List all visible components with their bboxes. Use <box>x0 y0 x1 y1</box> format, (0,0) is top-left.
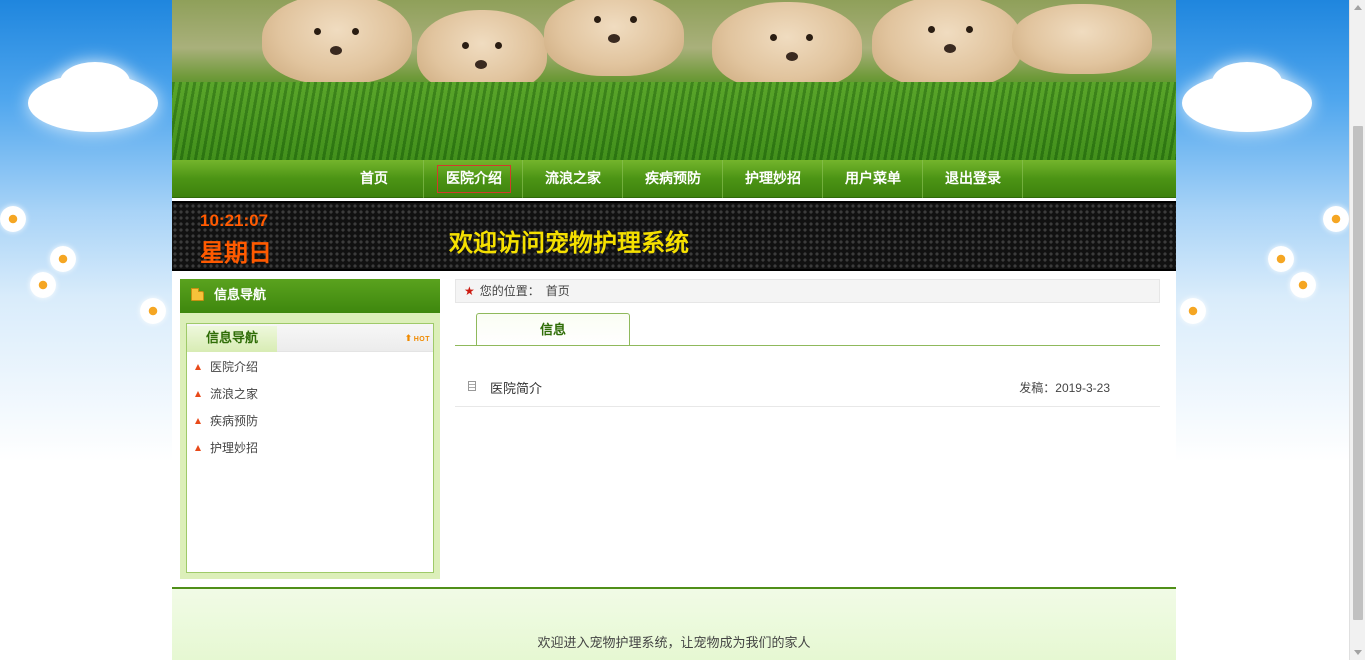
star-icon: ★ <box>464 284 475 298</box>
grass <box>172 82 1176 160</box>
article-date: 发稿：2019-3-23 <box>1019 379 1110 396</box>
puppy-eye <box>770 34 777 41</box>
nav-item-label[interactable]: 医院介绍 <box>437 165 511 193</box>
flower-right-1 <box>1268 246 1294 272</box>
puppy-image <box>262 0 412 84</box>
puppy-nose <box>944 44 956 53</box>
main-nav: 首页 医院介绍 流浪之家 疾病预防 护理妙招 用户菜单 退出登录 <box>172 160 1176 198</box>
banner-image <box>172 0 1176 160</box>
sidebar-link-care-tips[interactable]: 护理妙招 <box>195 439 258 457</box>
nav-separator <box>1022 160 1023 198</box>
nav-item-disease-prevention[interactable]: 疾病预防 <box>624 160 722 198</box>
flower-left-1 <box>50 246 76 272</box>
nav-separator <box>822 160 823 198</box>
nav-item-care-tips[interactable]: 护理妙招 <box>724 160 822 198</box>
nav-item-hospital-intro[interactable]: 医院介绍 <box>427 160 521 198</box>
puppy-nose <box>475 60 487 69</box>
nav-item-label[interactable]: 疾病预防 <box>645 171 701 187</box>
list-item[interactable]: 医院简介 发稿：2019-3-23 <box>455 367 1160 407</box>
sidebar-link-label[interactable]: 护理妙招 <box>210 441 258 455</box>
footer-text: 欢迎进入宠物护理系统，让宠物成为我们的家人 <box>537 635 811 650</box>
arrow-up-icon <box>195 390 201 397</box>
footer-partial-line <box>644 655 734 660</box>
sidebar-link-label[interactable]: 流浪之家 <box>210 387 258 401</box>
breadcrumb: ★ 您的位置： 首页 <box>455 279 1160 303</box>
clock-time: 10:21:07 <box>200 211 269 230</box>
puppy-image <box>712 2 862 90</box>
nav-separator <box>722 160 723 198</box>
puppy-image <box>1012 4 1152 74</box>
flower-right-3 <box>1180 298 1206 324</box>
flower-left-3 <box>140 298 166 324</box>
sidebar-link-disease-prevention[interactable]: 疾病预防 <box>195 412 258 430</box>
puppy-nose <box>608 34 620 43</box>
tabs-underline <box>455 345 1160 346</box>
cloud-left-small <box>60 62 130 102</box>
flower-left-2 <box>30 272 56 298</box>
sidebar-box: 信息导航 HOT 医院介绍 流浪之家 疾病预防 护理妙招 <box>186 323 434 573</box>
page-container: 首页 医院介绍 流浪之家 疾病预防 护理妙招 用户菜单 退出登录 10:21:0… <box>172 0 1176 660</box>
puppy-eye <box>594 16 601 23</box>
nav-item-stray-home[interactable]: 流浪之家 <box>524 160 622 198</box>
sidebar-box-tab[interactable]: 信息导航 <box>187 326 277 352</box>
document-icon <box>468 381 476 391</box>
flower-left-4 <box>0 206 26 232</box>
puppy-nose <box>330 46 342 55</box>
nav-separator <box>423 160 424 198</box>
folder-icon <box>191 288 204 301</box>
scroll-thumb[interactable] <box>1353 126 1363 620</box>
welcome-banner-text: 欢迎访问宠物护理系统 <box>449 229 689 257</box>
sidebar: 信息导航 信息导航 HOT 医院介绍 流浪之家 疾病预防 护理妙招 <box>180 279 440 579</box>
sidebar-link-stray-home[interactable]: 流浪之家 <box>195 385 258 403</box>
breadcrumb-home-link[interactable]: 首页 <box>546 284 570 298</box>
puppy-eye <box>966 26 973 33</box>
hot-icon: HOT <box>405 333 430 344</box>
sidebar-link-label[interactable]: 医院介绍 <box>210 360 258 374</box>
clock-weekday: 星期日 <box>200 239 272 267</box>
puppy-eye <box>314 28 321 35</box>
arrow-up-icon <box>195 417 201 424</box>
nav-separator <box>622 160 623 198</box>
article-title-link[interactable]: 医院简介 <box>490 378 542 397</box>
puppy-eye <box>462 42 469 49</box>
puppy-eye <box>806 34 813 41</box>
sidebar-link-hospital-intro[interactable]: 医院介绍 <box>195 358 258 376</box>
nav-item-home[interactable]: 首页 <box>332 160 416 198</box>
vertical-scrollbar[interactable] <box>1349 0 1365 660</box>
sidebar-box-header: 信息导航 HOT <box>187 324 433 352</box>
nav-item-user-menu[interactable]: 用户菜单 <box>824 160 922 198</box>
nav-separator <box>522 160 523 198</box>
scroll-up-arrow-icon[interactable] <box>1354 5 1362 10</box>
flower-right-2 <box>1290 272 1316 298</box>
breadcrumb-prefix: 您的位置： <box>479 284 540 298</box>
flower-right-4 <box>1323 206 1349 232</box>
tab-info[interactable]: 信息 <box>476 313 630 346</box>
puppy-eye <box>352 28 359 35</box>
sidebar-link-label[interactable]: 疾病预防 <box>210 414 258 428</box>
puppy-image <box>872 0 1022 88</box>
nav-item-label[interactable]: 退出登录 <box>945 171 1001 187</box>
arrow-up-icon <box>195 444 201 451</box>
nav-item-label[interactable]: 护理妙招 <box>745 171 801 187</box>
sidebar-title: 信息导航 <box>180 279 440 313</box>
article-date-value: 2019-3-23 <box>1055 381 1110 395</box>
cloud-right-small <box>1212 62 1282 102</box>
nav-item-label[interactable]: 用户菜单 <box>845 171 901 187</box>
scroll-down-arrow-icon[interactable] <box>1354 650 1362 655</box>
nav-item-label[interactable]: 首页 <box>360 171 388 187</box>
sidebar-title-label: 信息导航 <box>214 288 267 303</box>
nav-item-label[interactable]: 流浪之家 <box>545 171 601 187</box>
puppy-eye <box>495 42 502 49</box>
nav-item-logout[interactable]: 退出登录 <box>924 160 1022 198</box>
header-bar: 10:21:07 星期日 欢迎访问宠物护理系统 <box>172 201 1176 271</box>
puppy-eye <box>928 26 935 33</box>
footer: 欢迎进入宠物护理系统，让宠物成为我们的家人 <box>172 587 1176 660</box>
puppy-image <box>544 0 684 76</box>
nav-separator <box>922 160 923 198</box>
puppy-nose <box>786 52 798 61</box>
article-date-label: 发稿： <box>1019 381 1056 395</box>
puppy-eye <box>630 16 637 23</box>
arrow-up-icon <box>195 363 201 370</box>
